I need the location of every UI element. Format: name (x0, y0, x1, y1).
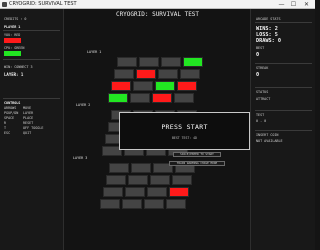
press-start-title: PRESS START (161, 123, 208, 131)
grid-cell-empty[interactable] (147, 187, 167, 197)
status-label: STATUS (256, 90, 269, 94)
grid-cell-empty[interactable] (100, 199, 120, 209)
control-key: R (4, 121, 7, 125)
grid-cell-empty[interactable] (106, 175, 126, 185)
grid-cell-empty[interactable] (174, 93, 194, 103)
grid-cell-empty[interactable] (166, 199, 186, 209)
layer-2-label: LAYER 2 (76, 103, 91, 107)
player-label: PLAYER 1 (4, 25, 21, 29)
grid-cell-red[interactable] (111, 81, 131, 91)
game-title: CRYOGRID: SURVIVAL TEST (115, 11, 200, 18)
maximize-button[interactable]: ☐ (288, 0, 299, 9)
best-value: 0 (256, 52, 260, 58)
control-key: T (4, 126, 7, 130)
control-action: RESET (23, 121, 34, 125)
status-value: ATTRACT (256, 97, 271, 101)
grid-cell-empty[interactable] (130, 93, 150, 103)
grid-cell-empty[interactable] (128, 175, 148, 185)
divider (3, 30, 60, 31)
grid-cell-empty[interactable] (161, 57, 181, 67)
grid-cell-empty[interactable] (158, 69, 178, 79)
stats-title: ARCADE STATS (256, 17, 281, 21)
controls-title: CONTROLS (4, 101, 21, 105)
window-title: CRYOGRID: SURVIVAL TEST (9, 1, 77, 7)
layer-1-label: LAYER 1 (87, 50, 102, 54)
grid-cell-red[interactable] (136, 69, 156, 79)
test-label: TEST (256, 113, 265, 117)
divider (255, 130, 312, 131)
grid-cell-empty[interactable] (109, 163, 129, 173)
grid-cell-red[interactable] (177, 81, 197, 91)
credit-value: NOT AVAILABLE (256, 139, 283, 143)
control-key: SPACE (4, 116, 15, 120)
grid-cell-green[interactable] (155, 81, 175, 91)
grid-cell-empty[interactable] (133, 81, 153, 91)
grid-cell-empty[interactable] (150, 175, 170, 185)
control-action: OFF TOGGLE (23, 126, 44, 130)
layer-indicator: LAYER: 1 (4, 72, 23, 78)
control-action: MOVE (23, 106, 32, 110)
streak-value: 0 (256, 72, 260, 78)
press-start-overlay[interactable]: PRESS START BEST TEST: 4D (119, 112, 250, 150)
win-condition-text: WIN: CONNECT 3 (4, 65, 33, 69)
grid-cell-empty[interactable] (103, 187, 123, 197)
game-window: CREDITS : 0 PLAYER 1 YOU: RED CPU: GREEN… (0, 9, 315, 250)
draws-stat: DRAWS: 0 (256, 38, 281, 44)
right-panel: ARCADE STATS WINS: 2 LOSS: 5 DRAWS: 0 BE… (250, 9, 315, 250)
grid-cell-empty[interactable] (131, 163, 151, 173)
grid-cell-green[interactable] (183, 57, 203, 67)
grid-cell-empty[interactable] (139, 57, 159, 67)
layer-indicator-value: 1 (20, 72, 24, 77)
red-swatch (4, 38, 21, 43)
green-swatch (4, 51, 21, 56)
cpu-color-label: CPU: GREEN (4, 46, 25, 50)
divider (3, 98, 60, 99)
grid-cell-empty[interactable] (172, 175, 192, 185)
control-action: QUIT (23, 131, 32, 135)
game-area: CRYOGRID: SURVIVAL TEST LAYER 1 LAYER 2 … (65, 9, 250, 250)
start-hint: SPACE/ENTER TO START (173, 152, 221, 157)
control-key: ESC (4, 131, 11, 135)
test-value: 0 - 0 (256, 119, 267, 123)
grid-cell-red[interactable] (152, 93, 172, 103)
divider (3, 59, 60, 60)
minimize-button[interactable]: — (276, 0, 287, 9)
grid-cell-empty[interactable] (117, 57, 137, 67)
grid-cell-empty[interactable] (180, 69, 200, 79)
app-icon (2, 2, 7, 7)
left-panel: CREDITS : 0 PLAYER 1 YOU: RED CPU: GREEN… (0, 9, 64, 250)
divider (255, 87, 312, 88)
grid-cell-empty[interactable] (114, 69, 134, 79)
divider (255, 63, 312, 64)
control-key: PGUP/DN (4, 111, 19, 115)
layer-3-label: LAYER 3 (73, 156, 88, 160)
window-titlebar: CRYOGRID: SURVIVAL TEST — ☐ ✕ (0, 0, 315, 9)
grid-cell-empty[interactable] (144, 199, 164, 209)
credit-label: INSERT COIN (256, 133, 279, 137)
grid-cell-red[interactable] (169, 187, 189, 197)
best-test-text: BEST TEST: 4D (172, 136, 197, 140)
mode-hint: TRAIN WARMING CHASE MODE (169, 161, 225, 166)
grid-cell-empty[interactable] (125, 187, 145, 197)
layer-indicator-label: LAYER: (4, 72, 19, 77)
grid-cell-green[interactable] (108, 93, 128, 103)
divider (255, 22, 312, 23)
control-action: PLACE (23, 116, 34, 120)
best-label: BEST (256, 46, 265, 50)
grid-cell-empty[interactable] (122, 199, 142, 209)
control-key: ARROWS (4, 106, 17, 110)
streak-label: STREAK (256, 66, 269, 70)
credits-text: CREDITS : 0 (4, 17, 27, 21)
you-color-label: YOU: RED (4, 33, 21, 37)
close-button[interactable]: ✕ (301, 0, 312, 9)
control-action: LAYER (23, 111, 34, 115)
divider (255, 110, 312, 111)
